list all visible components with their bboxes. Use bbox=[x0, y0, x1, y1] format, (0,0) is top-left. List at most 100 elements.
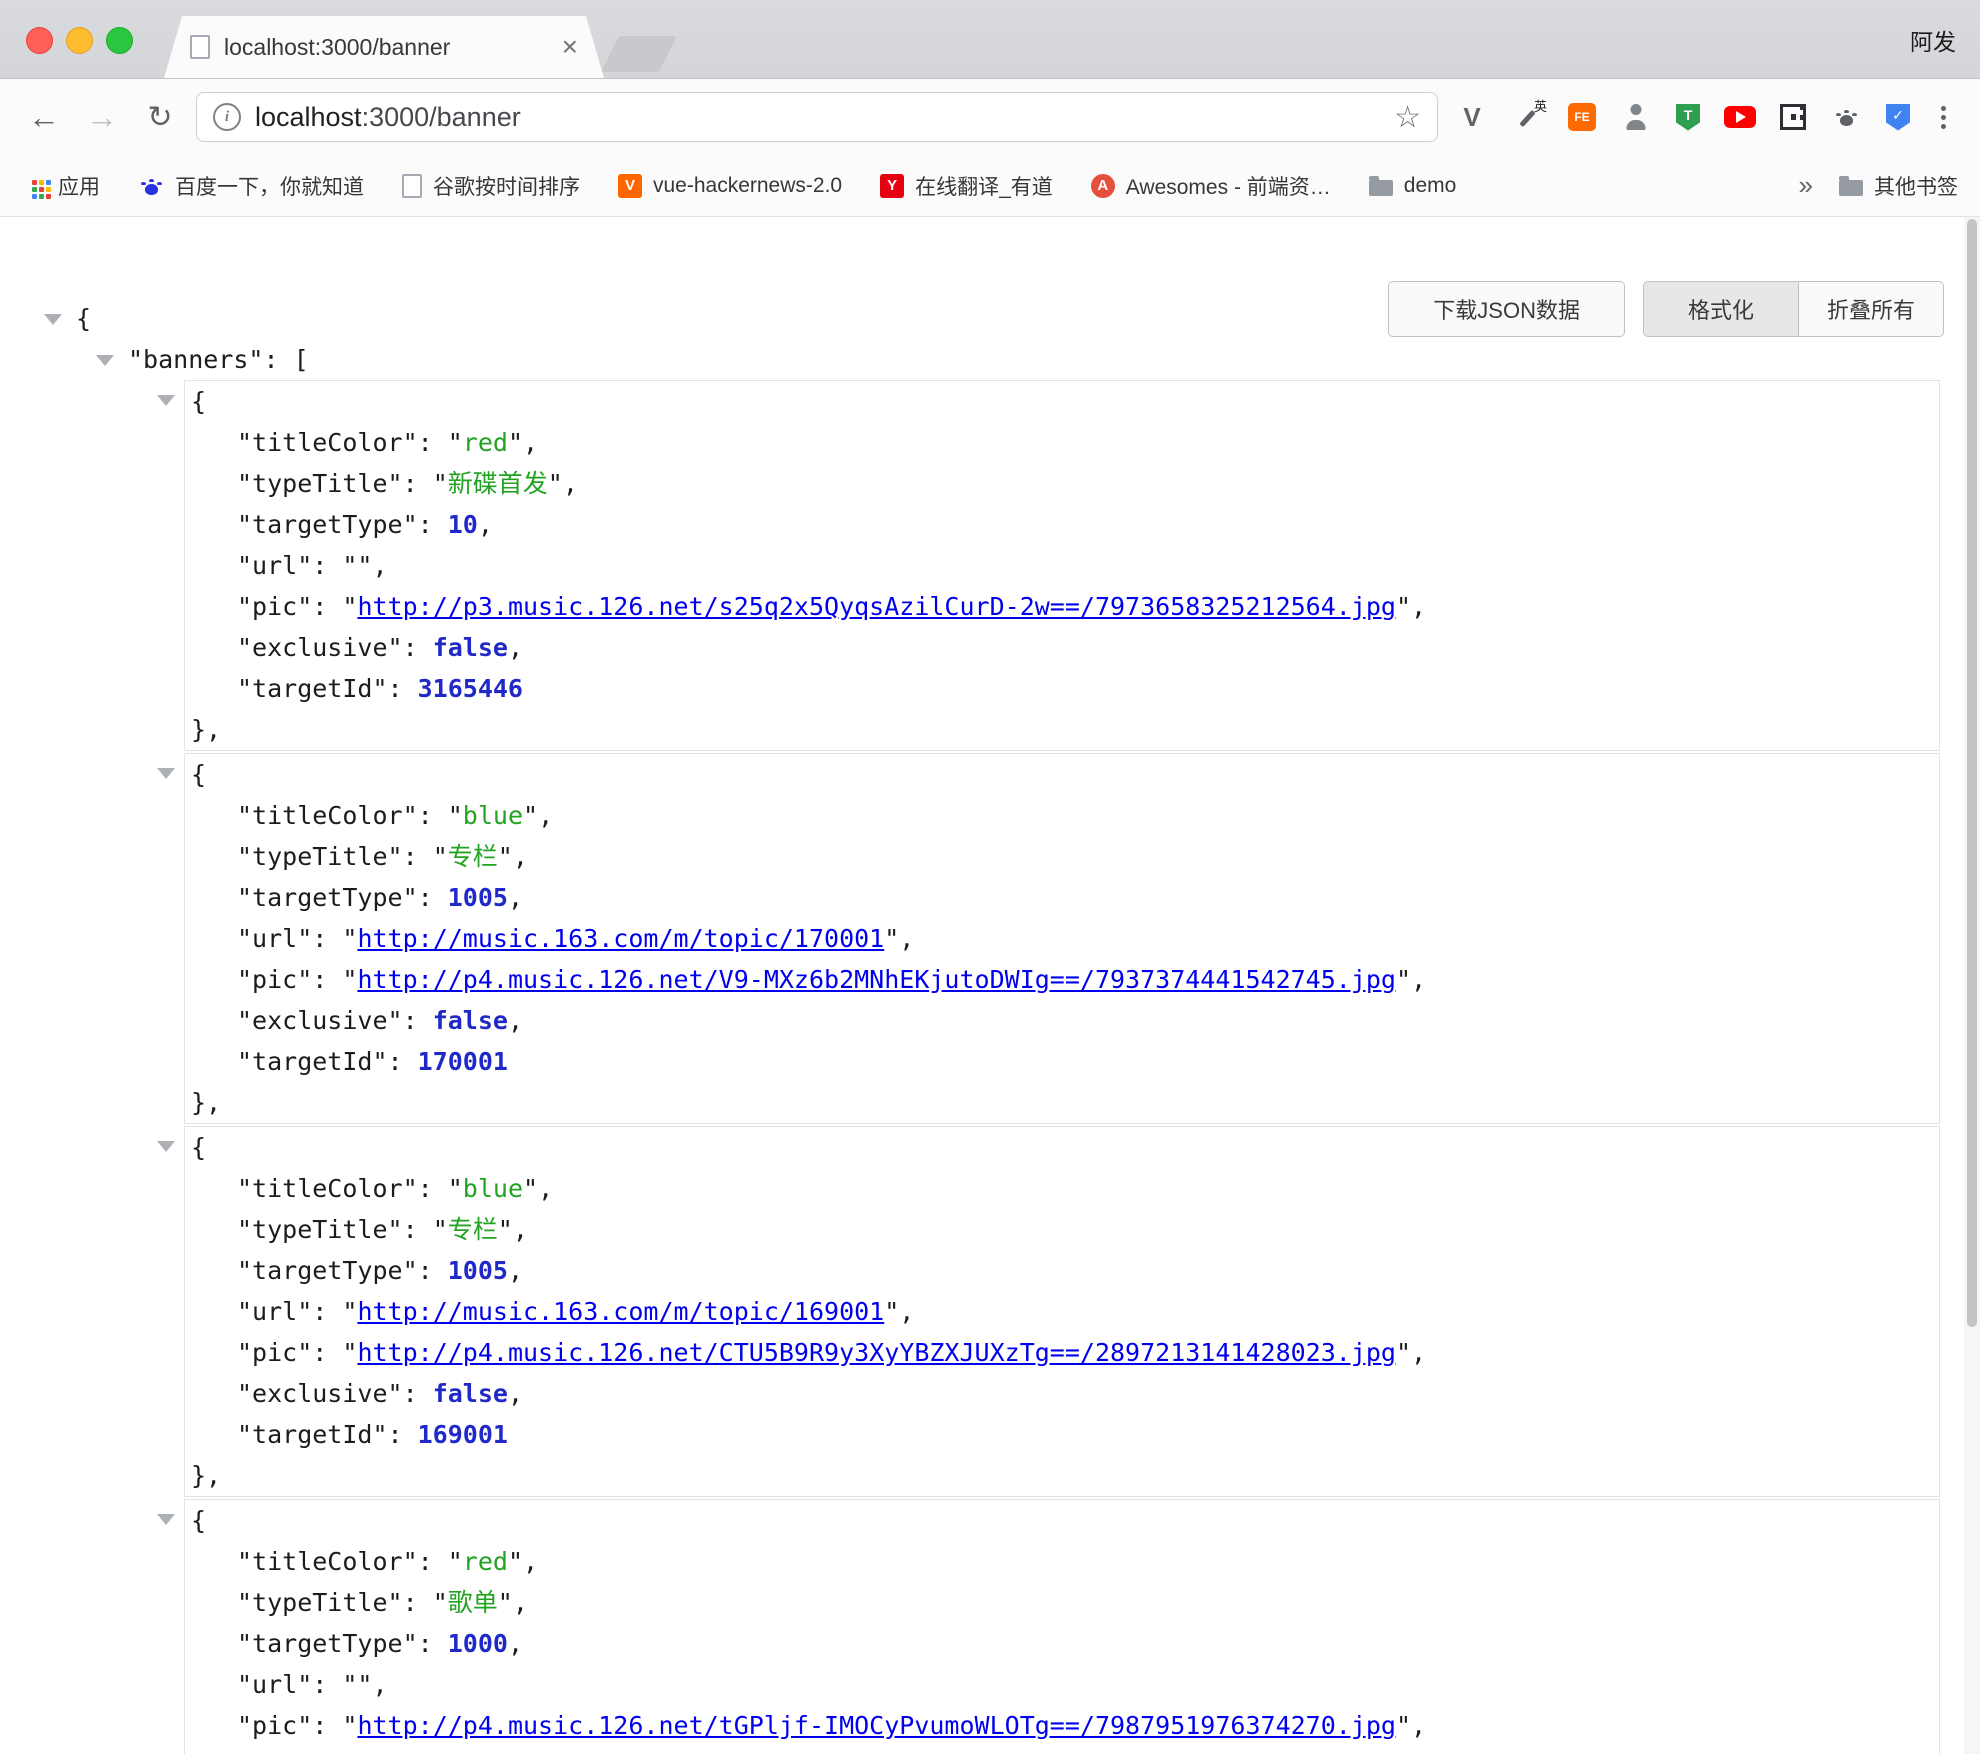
json-punctuation: " bbox=[1396, 1711, 1411, 1740]
json-object-box: {"titleColor": "red","typeTitle": "新碟首发"… bbox=[184, 380, 1940, 751]
json-punctuation: " bbox=[1396, 1338, 1411, 1367]
json-string-value: 歌单 bbox=[448, 1588, 498, 1617]
download-json-button[interactable]: 下载JSON数据 bbox=[1388, 281, 1625, 337]
scrollbar-track[interactable] bbox=[1964, 217, 1980, 1754]
json-punctuation: , bbox=[508, 1256, 523, 1285]
json-key: "exclusive" bbox=[237, 1006, 403, 1035]
page-content: 下载JSON数据 格式化 折叠所有 {"banners": [{"titleCo… bbox=[0, 217, 1980, 1754]
json-key: "pic" bbox=[237, 1711, 312, 1740]
json-key: "url" bbox=[237, 551, 312, 580]
browser-menu-icon[interactable] bbox=[1928, 95, 1958, 139]
bookmarks-overflow-icon[interactable]: » bbox=[1799, 170, 1813, 201]
vimium-icon[interactable] bbox=[1456, 101, 1488, 133]
json-punctuation: " bbox=[884, 1297, 899, 1326]
document-icon bbox=[402, 174, 422, 198]
json-line: "pic": "http://p3.music.126.net/s25q2x5Q… bbox=[185, 586, 1939, 627]
json-punctuation: " bbox=[508, 1547, 523, 1576]
bookmark-item[interactable]: 谷歌按时间排序 bbox=[402, 171, 580, 201]
collapse-toggle-icon[interactable] bbox=[44, 314, 62, 325]
collapse-all-button[interactable]: 折叠所有 bbox=[1799, 281, 1944, 337]
json-key: "typeTitle" bbox=[237, 1588, 403, 1617]
folder-icon bbox=[1839, 180, 1863, 196]
shield-check-icon[interactable] bbox=[1886, 104, 1910, 131]
json-key: "targetId" bbox=[237, 1420, 388, 1449]
url-path: :3000/banner bbox=[362, 102, 521, 132]
minimize-window-button[interactable] bbox=[66, 27, 93, 54]
fe-extension-icon[interactable] bbox=[1568, 103, 1596, 131]
paw-icon[interactable] bbox=[1830, 101, 1862, 133]
json-punctuation: : bbox=[312, 1670, 342, 1699]
json-line: "targetId": 169001 bbox=[185, 1414, 1939, 1455]
browser-tab[interactable]: localhost:3000/banner bbox=[164, 16, 604, 78]
collapse-toggle-icon[interactable] bbox=[157, 395, 175, 406]
qr-code-icon[interactable] bbox=[1780, 104, 1806, 130]
bookmark-item[interactable]: 百度一下，你就知道 bbox=[138, 171, 364, 201]
bookmark-item[interactable]: demo bbox=[1369, 174, 1457, 198]
new-tab-button[interactable] bbox=[601, 36, 677, 72]
close-window-button[interactable] bbox=[26, 27, 53, 54]
reload-icon[interactable] bbox=[138, 95, 182, 139]
format-button[interactable]: 格式化 bbox=[1643, 281, 1799, 337]
json-string-value: blue bbox=[463, 801, 523, 830]
collapse-toggle-icon[interactable] bbox=[157, 768, 175, 779]
site-info-icon[interactable] bbox=[213, 103, 241, 131]
json-punctuation: " bbox=[448, 1174, 463, 1203]
json-line: "pic": "http://p4.music.126.net/V9-MXz6b… bbox=[185, 959, 1939, 1000]
json-key: "exclusive" bbox=[237, 1379, 403, 1408]
translate-pen-icon[interactable] bbox=[1512, 101, 1544, 133]
other-bookmarks-folder[interactable]: 其他书签 bbox=[1839, 171, 1958, 201]
json-line: "exclusive": false bbox=[185, 1746, 1939, 1754]
json-punctuation: : bbox=[403, 1588, 433, 1617]
back-icon[interactable] bbox=[22, 95, 66, 139]
json-link[interactable]: http://music.163.com/m/topic/169001 bbox=[357, 1297, 884, 1326]
scrollbar-thumb[interactable] bbox=[1967, 219, 1977, 1327]
json-key: "targetId" bbox=[237, 674, 388, 703]
json-line: { bbox=[185, 381, 1939, 422]
json-link[interactable]: http://p4.music.126.net/tGPljf-IMOCyPvum… bbox=[357, 1711, 1396, 1740]
shield-t-icon[interactable] bbox=[1676, 104, 1700, 131]
json-punctuation: : bbox=[312, 924, 342, 953]
json-link[interactable]: http://p4.music.126.net/V9-MXz6b2MNhEKju… bbox=[357, 965, 1396, 994]
json-link[interactable]: http://music.163.com/m/topic/170001 bbox=[357, 924, 884, 953]
collapse-toggle-icon[interactable] bbox=[96, 355, 114, 366]
json-punctuation: : bbox=[418, 1629, 448, 1658]
json-punctuation: : bbox=[388, 1047, 418, 1076]
json-number-value: 1000 bbox=[448, 1629, 508, 1658]
bookmark-label: demo bbox=[1404, 174, 1457, 198]
json-punctuation: " bbox=[508, 428, 523, 457]
tab-strip: localhost:3000/banner 阿发 bbox=[0, 0, 1980, 79]
json-punctuation: , bbox=[478, 510, 493, 539]
json-line: "targetType": 1000, bbox=[185, 1623, 1939, 1664]
json-punctuation: : bbox=[418, 801, 448, 830]
json-tree: {"banners": [{"titleColor": "red","typeT… bbox=[0, 217, 1980, 1754]
youtube-icon[interactable] bbox=[1724, 106, 1756, 128]
json-key: "exclusive" bbox=[237, 633, 403, 662]
collapse-toggle-icon[interactable] bbox=[157, 1514, 175, 1525]
json-punctuation: , bbox=[538, 1174, 553, 1203]
bookmark-item[interactable]: vue-hackernews-2.0 bbox=[618, 174, 842, 198]
json-link[interactable]: http://p4.music.126.net/CTU5B9R9y3XyYBZX… bbox=[357, 1338, 1396, 1367]
json-punctuation: " bbox=[448, 1547, 463, 1576]
page-favicon-icon bbox=[190, 35, 210, 59]
json-number-value: 1005 bbox=[448, 1256, 508, 1285]
json-punctuation: " bbox=[1396, 965, 1411, 994]
json-line: "pic": "http://p4.music.126.net/CTU5B9R9… bbox=[185, 1332, 1939, 1373]
apps-shortcut[interactable]: 应用 bbox=[28, 171, 100, 201]
person-icon[interactable] bbox=[1620, 101, 1652, 133]
bookmark-item[interactable]: 在线翻译_有道 bbox=[880, 171, 1053, 201]
bookmark-label: 在线翻译_有道 bbox=[915, 171, 1053, 201]
bookmark-item[interactable]: Awesomes - 前端资… bbox=[1091, 171, 1331, 201]
tab-close-icon[interactable] bbox=[562, 33, 578, 61]
collapse-toggle-icon[interactable] bbox=[157, 1141, 175, 1152]
json-key: "targetType" bbox=[237, 1256, 418, 1285]
json-punctuation: : bbox=[418, 1547, 448, 1576]
json-link[interactable]: http://p3.music.126.net/s25q2x5QyqsAzilC… bbox=[357, 592, 1396, 621]
json-line: "typeTitle": "歌单", bbox=[185, 1582, 1939, 1623]
bookmark-star-icon[interactable] bbox=[1394, 100, 1421, 135]
address-bar[interactable]: localhost:3000/banner bbox=[196, 92, 1438, 142]
json-punctuation: : bbox=[403, 1379, 433, 1408]
bookmark-label: vue-hackernews-2.0 bbox=[653, 174, 842, 198]
profile-name[interactable]: 阿发 bbox=[1910, 23, 1956, 57]
forward-icon[interactable] bbox=[80, 95, 124, 139]
fullscreen-window-button[interactable] bbox=[106, 27, 133, 54]
